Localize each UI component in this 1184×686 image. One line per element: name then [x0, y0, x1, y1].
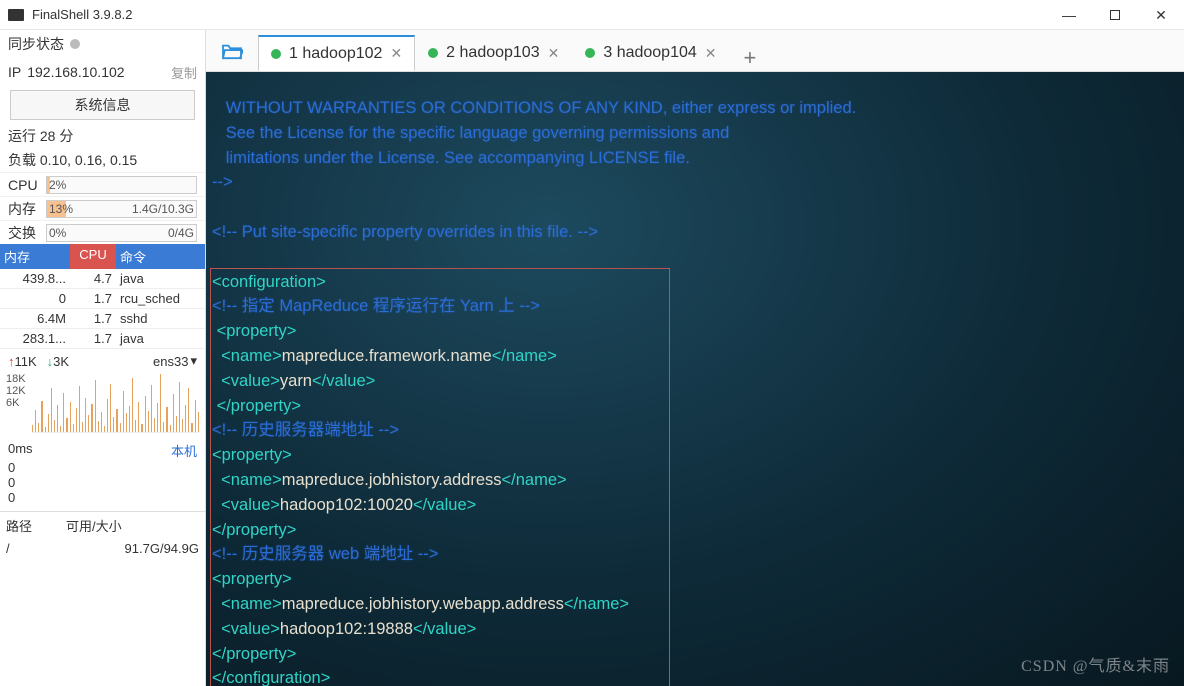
disk-row[interactable]: / 91.7G/94.9G: [0, 539, 205, 558]
upload-speed: 11K: [15, 354, 37, 369]
ping-ms: 0ms: [8, 441, 33, 460]
ping-v0: 0: [8, 460, 15, 475]
network-stats-row: ↑11K ↓3K ens33 ▾: [0, 349, 205, 373]
sync-status-label: 同步状态: [8, 34, 64, 54]
minimize-button[interactable]: —: [1046, 0, 1092, 30]
tab-bar: 1 hadoop102 ✕ 2 hadoop103 ✕ 3 hadoop104 ✕ +: [206, 30, 1184, 72]
maximize-button[interactable]: [1092, 0, 1138, 30]
col-path[interactable]: 路径: [0, 512, 60, 539]
close-tab-button[interactable]: ✕: [705, 45, 717, 62]
tab-2[interactable]: 2 hadoop103 ✕: [415, 35, 572, 71]
ping-v1: 0: [8, 475, 15, 490]
proc-mem: 0: [0, 289, 70, 308]
open-folder-button[interactable]: [216, 35, 248, 67]
swap-meter: 0% 0/4G: [46, 224, 197, 242]
col-cmd[interactable]: 命令: [116, 244, 205, 269]
titlebar: FinalShell 3.9.8.2 — ✕: [0, 0, 1184, 30]
connection-status-icon: [585, 48, 595, 58]
terminal-output: WITHOUT WARRANTIES OR CONDITIONS OF ANY …: [212, 96, 1178, 686]
uptime-label: 运行 28 分: [0, 124, 205, 148]
swap-percent: 0%: [47, 226, 66, 240]
ping-row: 0ms 本机: [0, 441, 205, 460]
swap-detail: 0/4G: [168, 226, 194, 240]
proc-cmd: sshd: [116, 309, 205, 328]
sync-status-row: 同步状态: [0, 30, 205, 58]
system-info-button[interactable]: 系统信息: [10, 90, 195, 120]
close-tab-button[interactable]: ✕: [390, 45, 402, 62]
mem-label: 内存: [8, 199, 46, 219]
proc-cpu: 1.7: [70, 309, 116, 328]
table-row[interactable]: 01.7rcu_sched: [0, 289, 205, 309]
connection-status-icon: [428, 48, 438, 58]
close-button[interactable]: ✕: [1138, 0, 1184, 30]
mem-meter: 13% 1.4G/10.3G: [46, 200, 197, 218]
process-table: 439.8...4.7java01.7rcu_sched6.4M1.7sshd2…: [0, 269, 205, 349]
folder-open-icon: [221, 42, 243, 60]
copy-ip-button[interactable]: 复制: [171, 63, 197, 82]
ping-v2: 0: [8, 490, 15, 505]
col-cpu[interactable]: CPU: [70, 244, 116, 269]
col-mem[interactable]: 内存: [0, 244, 70, 269]
window-controls: — ✕: [1046, 0, 1184, 30]
network-sparkline: [32, 373, 199, 433]
tab-label: 2 hadoop103: [446, 44, 539, 62]
proc-mem: 6.4M: [0, 309, 70, 328]
terminal[interactable]: WITHOUT WARRANTIES OR CONDITIONS OF ANY …: [206, 72, 1184, 686]
proc-mem: 283.1...: [0, 329, 70, 348]
spark-y-12k: 12K: [6, 385, 26, 397]
proc-cmd: rcu_sched: [116, 289, 205, 308]
sidebar: 同步状态 IP 192.168.10.102 复制 系统信息 运行 28 分 负…: [0, 30, 206, 686]
table-row[interactable]: 6.4M1.7sshd: [0, 309, 205, 329]
ping-host[interactable]: 本机: [171, 441, 197, 460]
tab-1[interactable]: 1 hadoop102 ✕: [258, 35, 415, 71]
mem-meter-row: 内存 13% 1.4G/10.3G: [0, 196, 205, 220]
cpu-percent: 2%: [47, 178, 66, 192]
proc-cpu: 4.7: [70, 269, 116, 288]
ip-value: 192.168.10.102: [27, 64, 124, 80]
app-icon: [8, 9, 24, 21]
load-label: 负载 0.10, 0.16, 0.15: [0, 148, 205, 172]
col-size[interactable]: 可用/大小: [60, 512, 128, 539]
mem-percent: 13%: [47, 202, 73, 216]
proc-cmd: java: [116, 329, 205, 348]
tab-label: 3 hadoop104: [603, 44, 696, 62]
download-speed: 3K: [53, 354, 69, 369]
content-area: 1 hadoop102 ✕ 2 hadoop103 ✕ 3 hadoop104 ✕ + W…: [206, 30, 1184, 686]
connection-status-icon: [271, 49, 281, 59]
disk-table-header: 路径 可用/大小: [0, 511, 205, 539]
close-tab-button[interactable]: ✕: [548, 45, 560, 62]
table-row[interactable]: 283.1...1.7java: [0, 329, 205, 349]
interface-dropdown[interactable]: ens33 ▾: [153, 353, 197, 369]
proc-cpu: 1.7: [70, 329, 116, 348]
spark-y-18k: 18K: [6, 373, 26, 385]
add-tab-button[interactable]: +: [730, 45, 771, 71]
spark-y-6k: 6K: [6, 397, 26, 409]
mem-detail: 1.4G/10.3G: [132, 202, 194, 216]
ip-row: IP 192.168.10.102 复制: [0, 58, 205, 86]
cpu-meter: 2%: [46, 176, 197, 194]
sync-status-dot-icon: [70, 39, 80, 49]
path-root: /: [0, 539, 60, 558]
proc-cpu: 1.7: [70, 289, 116, 308]
proc-mem: 439.8...: [0, 269, 70, 288]
tab-label: 1 hadoop102: [289, 45, 382, 63]
ip-label: IP: [8, 64, 21, 80]
proc-cmd: java: [116, 269, 205, 288]
watermark: CSDN @气质&末雨: [1021, 652, 1170, 676]
cpu-meter-row: CPU 2%: [0, 172, 205, 196]
cpu-label: CPU: [8, 177, 46, 193]
path-size: 91.7G/94.9G: [119, 539, 205, 558]
chevron-down-icon: ▾: [190, 353, 197, 369]
process-table-header[interactable]: 内存 CPU 命令: [0, 244, 205, 269]
app-title: FinalShell 3.9.8.2: [32, 7, 132, 22]
tab-3[interactable]: 3 hadoop104 ✕: [572, 35, 729, 71]
table-row[interactable]: 439.8...4.7java: [0, 269, 205, 289]
swap-meter-row: 交换 0% 0/4G: [0, 220, 205, 244]
swap-label: 交换: [8, 223, 46, 243]
